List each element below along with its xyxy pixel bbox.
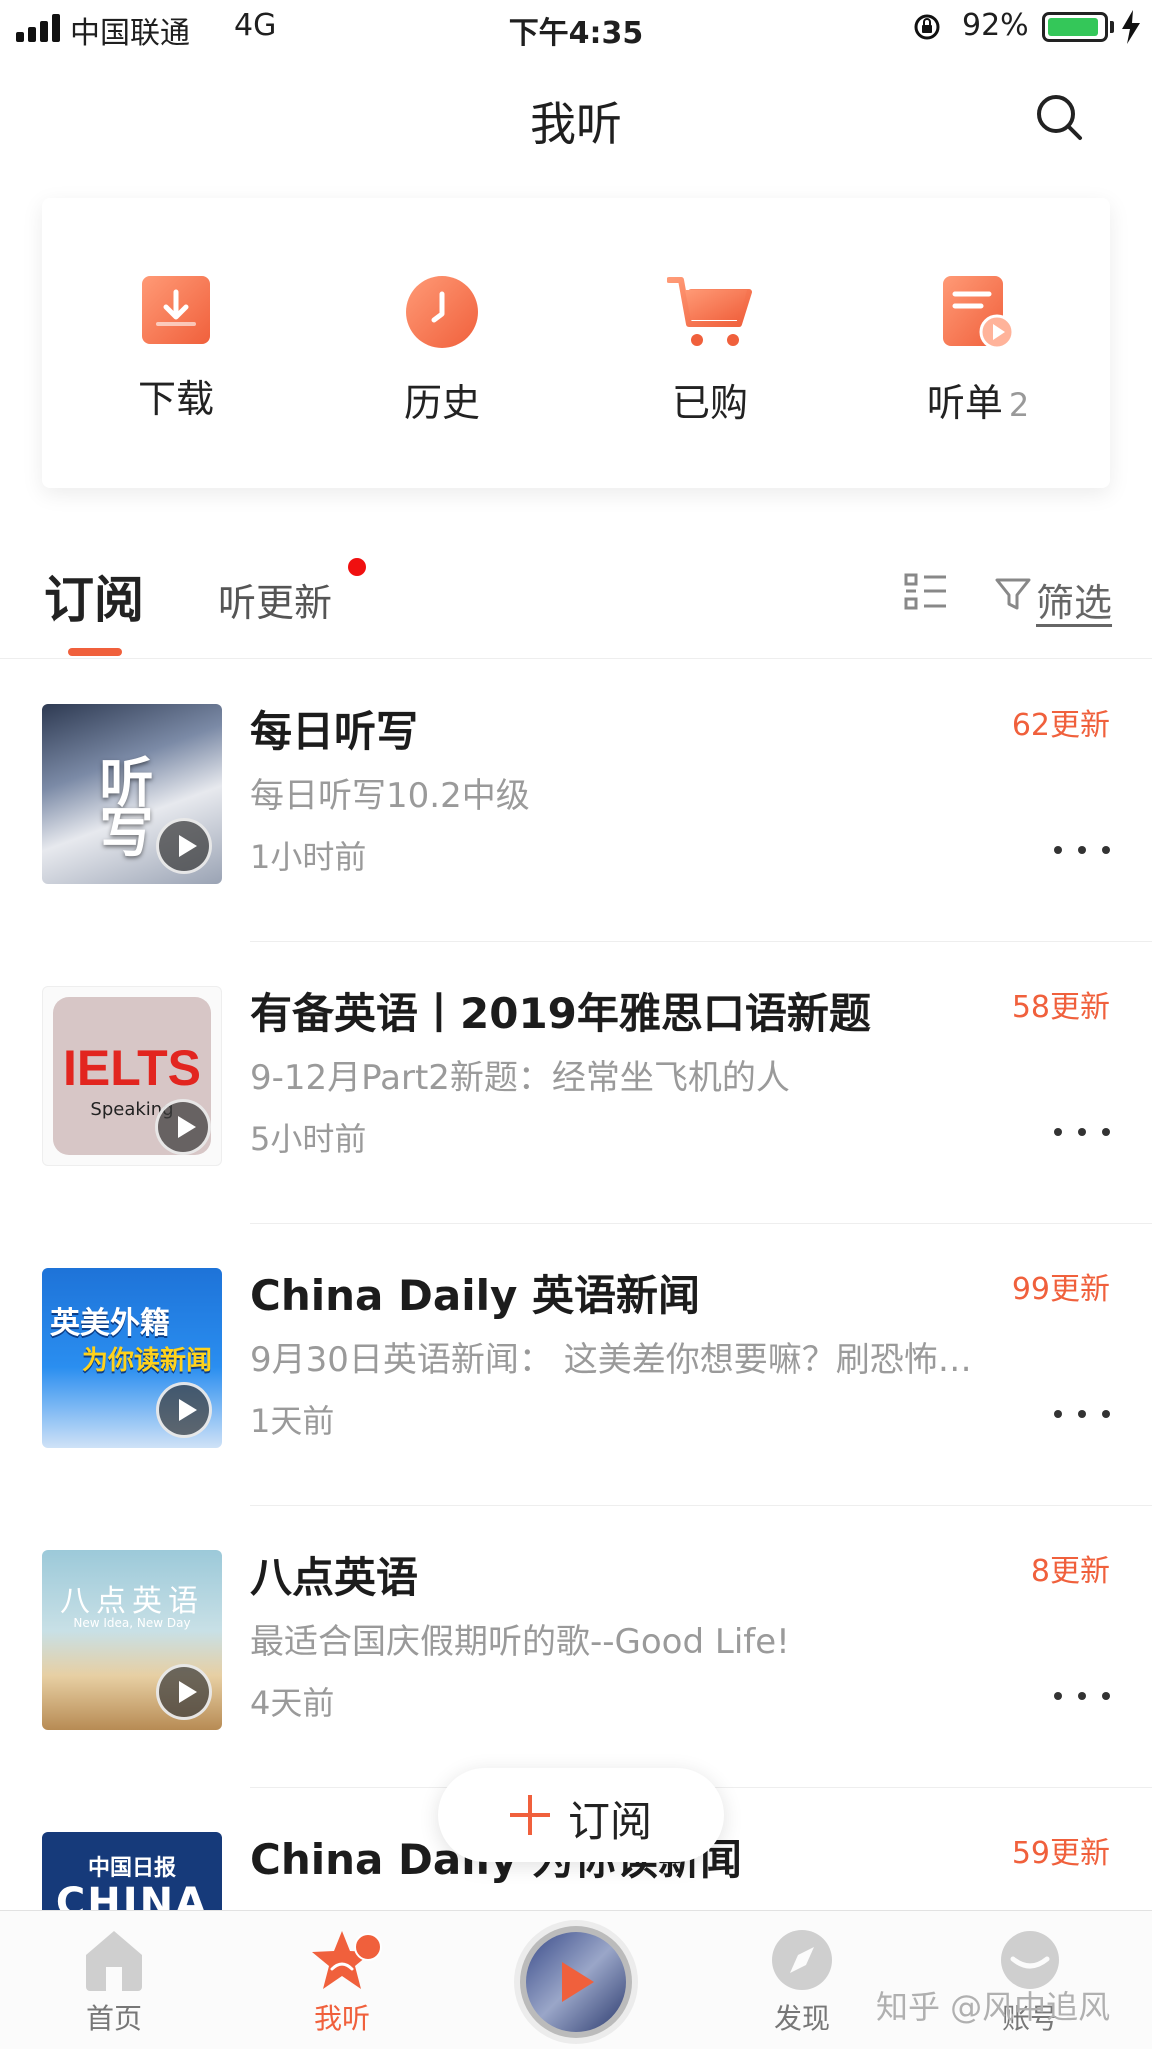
cover-subtitle: 为你读新闻 — [82, 1346, 213, 1376]
list-item[interactable]: 英美外籍 为你读新闻 China Daily 英语新闻 9月30日英语新闻： 这… — [0, 1224, 1152, 1506]
quick-action-purchased[interactable]: 已购 — [610, 274, 810, 427]
filter-icon[interactable] — [994, 575, 1032, 613]
play-button[interactable] — [155, 1099, 211, 1155]
playlist-count: 2 — [1008, 386, 1030, 424]
cover-image: 听写 — [42, 704, 222, 884]
compass-icon — [772, 1930, 832, 1990]
quick-action-playlist[interactable]: 听单 2 — [878, 274, 1078, 427]
notification-dot — [348, 558, 366, 576]
quick-action-label: 历史 — [403, 381, 480, 425]
nav-discover[interactable]: 发现 — [722, 1929, 882, 2037]
battery-tip — [1110, 21, 1114, 33]
nav-my-listen[interactable]: 我听 — [262, 1929, 422, 2037]
item-title: 每日听写 — [250, 707, 419, 756]
item-title: 八点英语 — [250, 1553, 419, 1602]
notification-dot — [354, 1933, 382, 1961]
update-count-badge: 58更新 — [1011, 990, 1110, 1025]
tab-subscribe[interactable]: 订阅 — [44, 560, 144, 632]
cover-subtitle: CHINA — [55, 1880, 209, 1910]
cover-title: 听写 — [90, 754, 153, 854]
watermark: 知乎 @风中追风 — [876, 1988, 1111, 2026]
more-icon[interactable] — [1054, 1122, 1110, 1142]
charging-icon — [1122, 10, 1140, 44]
item-latest-episode: 每日听写10.2中级 — [250, 776, 530, 816]
now-playing-button[interactable] — [520, 1926, 632, 2038]
update-count-badge: 99更新 — [1011, 1272, 1110, 1307]
quick-action-download[interactable]: 下载 — [76, 274, 276, 423]
update-count-badge: 59更新 — [1011, 1836, 1110, 1871]
page-title: 我听 — [530, 97, 622, 151]
cover-image: 中国日报 CHINA — [42, 1832, 222, 1910]
nav-label: 我听 — [313, 2002, 370, 2035]
filter-button[interactable]: 筛选 — [1036, 572, 1112, 627]
nav-label: 首页 — [85, 2002, 142, 2035]
cover-title: 中国日报 — [87, 1855, 176, 1881]
tab-updates[interactable]: 听更新 — [218, 572, 332, 627]
search-icon[interactable] — [1032, 90, 1088, 146]
home-icon — [86, 1931, 142, 1991]
play-button[interactable] — [156, 1382, 212, 1438]
item-latest-episode: 9-12月Part2新题：经常坐飞机的人 — [250, 1058, 790, 1098]
list-item[interactable]: 八点英语 New Idea, New Day 八点英语 最适合国庆假期听的歌--… — [0, 1506, 1152, 1788]
quick-action-history[interactable]: 历史 — [342, 274, 542, 427]
clock-icon — [406, 276, 478, 348]
plus-icon — [510, 1795, 550, 1835]
cover-subtitle: New Idea, New Day — [73, 1616, 191, 1630]
play-button[interactable] — [156, 1664, 212, 1720]
list-item[interactable]: 听写 每日听写 每日听写10.2中级 1小时前 62更新 — [0, 660, 1152, 942]
quick-action-label: 已购 — [671, 381, 748, 425]
list-item[interactable]: IELTS Speaking 有备英语丨2019年雅思口语新题 9-12月Par… — [0, 942, 1152, 1224]
status-bar: 中国联通 4G 下午4:35 92% — [0, 0, 1152, 56]
item-latest-episode: 最适合国庆假期听的歌--Good Life! — [250, 1622, 790, 1662]
cover-title: 八点英语 — [60, 1584, 204, 1619]
divider — [0, 658, 1152, 659]
item-latest-episode: 9月30日英语新闻： 这美差你想要嘛？刷恐怖… — [250, 1340, 972, 1380]
nav-label: 发现 — [773, 2002, 830, 2035]
quick-action-label: 听单 2 — [926, 381, 1030, 425]
cart-icon — [667, 277, 752, 346]
item-time: 4天前 — [250, 1684, 335, 1722]
playlist-icon — [943, 276, 1015, 350]
nav-home[interactable]: 首页 — [34, 1929, 194, 2037]
cover-title: 英美外籍 — [50, 1306, 170, 1341]
quick-action-label: 下载 — [137, 377, 214, 421]
item-title: China Daily 英语新闻 — [250, 1271, 700, 1320]
more-icon[interactable] — [1054, 1686, 1110, 1706]
play-icon — [562, 1962, 594, 2002]
item-time: 5小时前 — [250, 1120, 367, 1158]
battery-icon — [1042, 12, 1108, 42]
update-count-badge: 8更新 — [1030, 1554, 1110, 1589]
quick-actions-card: 下载 历史 已购 听单 2 — [42, 198, 1110, 488]
cover-title: IELTS — [63, 1040, 201, 1096]
active-tab-indicator — [68, 648, 122, 656]
play-button[interactable] — [156, 818, 212, 874]
add-subscription-label: 订阅 — [568, 1797, 653, 1846]
list-view-icon[interactable] — [904, 572, 948, 612]
more-icon[interactable] — [1054, 840, 1110, 860]
battery-percent: 92% — [962, 8, 1029, 43]
update-count-badge: 62更新 — [1011, 708, 1110, 743]
cover-image: IELTS Speaking — [42, 986, 222, 1166]
item-title: 有备英语丨2019年雅思口语新题 — [250, 989, 871, 1038]
item-time: 1天前 — [250, 1402, 335, 1440]
more-icon[interactable] — [1054, 1404, 1110, 1424]
add-subscription-button[interactable]: 订阅 — [438, 1768, 724, 1862]
download-icon — [142, 276, 210, 344]
item-time: 1小时前 — [250, 838, 367, 876]
rotation-lock-icon — [914, 14, 940, 40]
cover-image: 八点英语 New Idea, New Day — [42, 1550, 222, 1730]
cover-image: 英美外籍 为你读新闻 — [42, 1268, 222, 1448]
